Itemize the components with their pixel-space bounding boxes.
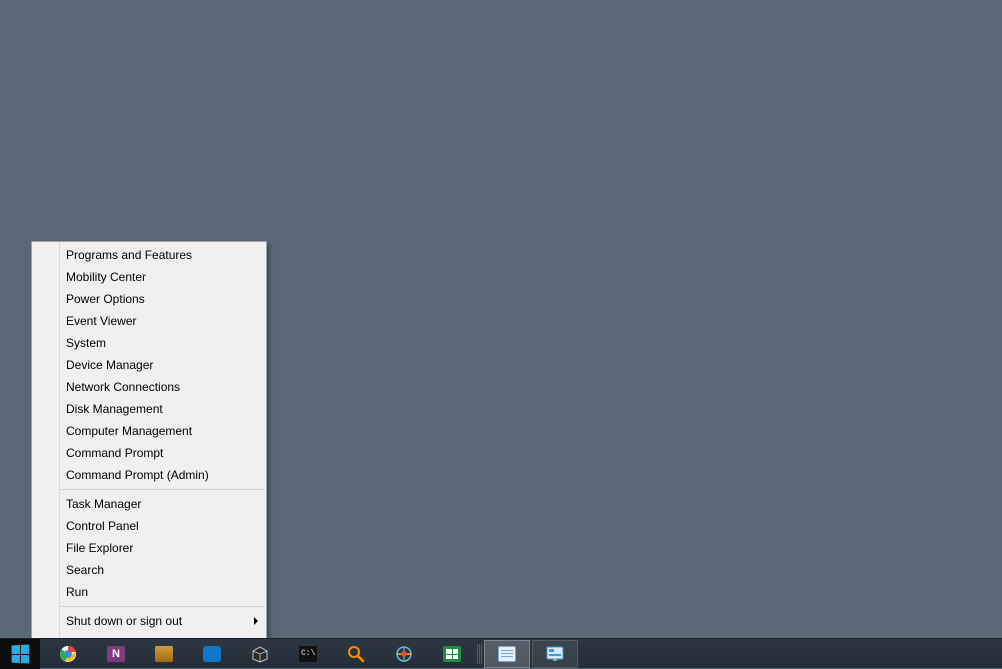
menu-power-options[interactable]: Power Options bbox=[60, 288, 266, 310]
notepad-icon bbox=[497, 644, 517, 664]
menu-item-label: Programs and Features bbox=[66, 248, 192, 262]
menu-icon-column bbox=[32, 242, 60, 656]
menu-event-viewer[interactable]: Event Viewer bbox=[60, 310, 266, 332]
taskbar-box1[interactable] bbox=[237, 640, 283, 668]
taskbar-snip[interactable] bbox=[381, 640, 427, 668]
menu-device-manager[interactable]: Device Manager bbox=[60, 354, 266, 376]
menu-command-prompt[interactable]: Command Prompt bbox=[60, 442, 266, 464]
menu-search[interactable]: Search bbox=[60, 559, 266, 581]
teamviewer-icon bbox=[202, 644, 222, 664]
menu-item-label: Command Prompt bbox=[66, 446, 163, 460]
cmd-icon: C:\ bbox=[298, 644, 318, 664]
settings-icon bbox=[545, 644, 565, 664]
snip-icon bbox=[394, 644, 414, 664]
taskbar-notepad[interactable] bbox=[484, 640, 530, 668]
menu-item-label: Mobility Center bbox=[66, 270, 146, 284]
menu-separator bbox=[60, 489, 264, 490]
everything-icon bbox=[346, 644, 366, 664]
menu-item-label: Network Connections bbox=[66, 380, 180, 394]
menu-item-label: Device Manager bbox=[66, 358, 153, 372]
desktop[interactable]: Programs and Features Mobility Center Po… bbox=[0, 0, 1002, 638]
spreadsheet-icon bbox=[442, 644, 462, 664]
menu-item-label: Task Manager bbox=[66, 497, 141, 511]
start-button[interactable] bbox=[0, 639, 40, 669]
winx-context-menu: Programs and Features Mobility Center Po… bbox=[31, 241, 267, 657]
onenote-icon: N bbox=[106, 644, 126, 664]
taskbar: N C:\ bbox=[0, 638, 1002, 668]
taskbar-onenote[interactable]: N bbox=[93, 640, 139, 668]
menu-shut-down-or-sign-out[interactable]: Shut down or sign out bbox=[60, 610, 266, 632]
menu-network-connections[interactable]: Network Connections bbox=[60, 376, 266, 398]
taskbar-gripper[interactable] bbox=[477, 644, 482, 664]
menu-item-label: Command Prompt (Admin) bbox=[66, 468, 209, 482]
menu-computer-management[interactable]: Computer Management bbox=[60, 420, 266, 442]
menu-item-label: Control Panel bbox=[66, 519, 139, 533]
menu-item-label: Event Viewer bbox=[66, 314, 136, 328]
chrome-icon bbox=[58, 644, 78, 664]
menu-system[interactable]: System bbox=[60, 332, 266, 354]
menu-item-label: Computer Management bbox=[66, 424, 192, 438]
taskbar-chrome[interactable] bbox=[45, 640, 91, 668]
menu-disk-management[interactable]: Disk Management bbox=[60, 398, 266, 420]
menu-item-label: Search bbox=[66, 563, 104, 577]
taskbar-cmd[interactable]: C:\ bbox=[285, 640, 331, 668]
windows-logo-icon bbox=[12, 644, 30, 663]
taskbar-spreadsheet[interactable] bbox=[429, 640, 475, 668]
menu-item-label: Power Options bbox=[66, 292, 145, 306]
menu-item-label: System bbox=[66, 336, 106, 350]
taskbar-winrar[interactable] bbox=[141, 640, 187, 668]
winrar-icon bbox=[154, 644, 174, 664]
taskbar-settings[interactable] bbox=[532, 640, 578, 668]
menu-item-label: Run bbox=[66, 585, 88, 599]
menu-item-label: Disk Management bbox=[66, 402, 163, 416]
box1-icon bbox=[250, 644, 270, 664]
menu-separator bbox=[60, 606, 264, 607]
submenu-arrow-icon bbox=[254, 617, 258, 625]
menu-mobility-center[interactable]: Mobility Center bbox=[60, 266, 266, 288]
menu-item-label: Shut down or sign out bbox=[66, 614, 182, 628]
menu-item-label: File Explorer bbox=[66, 541, 133, 555]
menu-command-prompt-admin[interactable]: Command Prompt (Admin) bbox=[60, 464, 266, 486]
taskbar-items: N C:\ bbox=[40, 639, 579, 668]
menu-programs-and-features[interactable]: Programs and Features bbox=[60, 244, 266, 266]
menu-task-manager[interactable]: Task Manager bbox=[60, 493, 266, 515]
taskbar-everything[interactable] bbox=[333, 640, 379, 668]
menu-control-panel[interactable]: Control Panel bbox=[60, 515, 266, 537]
taskbar-teamviewer[interactable] bbox=[189, 640, 235, 668]
menu-run[interactable]: Run bbox=[60, 581, 266, 603]
menu-file-explorer[interactable]: File Explorer bbox=[60, 537, 266, 559]
